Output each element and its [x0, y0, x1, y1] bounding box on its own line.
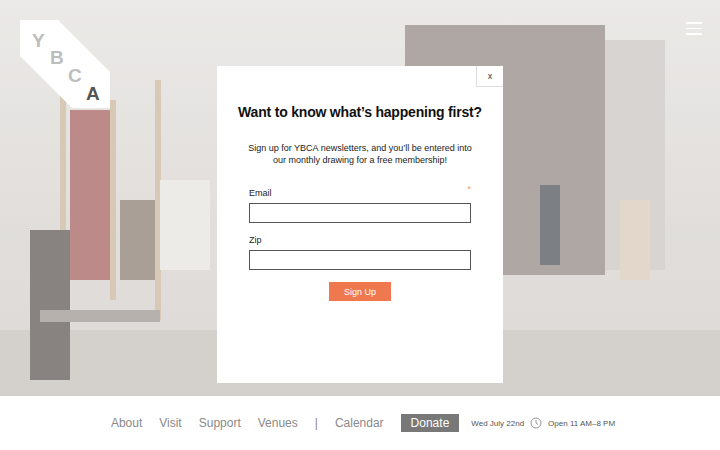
nav-link[interactable]: About [111, 416, 142, 430]
field-label: Email [249, 188, 272, 198]
form-field: Email* [249, 188, 471, 223]
footer-nav: About Visit Support Venues | Calendar Donate We… [0, 396, 720, 450]
text-input[interactable] [249, 250, 471, 270]
clock-icon [530, 417, 542, 429]
nav-link[interactable]: Visit [159, 416, 181, 430]
hero-photo: YBCAxWant to know what’s happening first… [0, 0, 720, 396]
text-input[interactable] [249, 203, 471, 223]
field-label: Zip [249, 235, 262, 245]
date-text: Wed July 22nd [471, 419, 524, 428]
modal-body: Sign up for YBCA newsletters, and you’ll… [243, 142, 477, 166]
nav-link[interactable]: Calendar [335, 416, 384, 430]
nav-link[interactable]: Support [199, 416, 241, 430]
signup-form: Email* Zip Sign Up [249, 188, 471, 301]
nav-separator: | [315, 416, 318, 430]
nav-link[interactable]: Venues [258, 416, 298, 430]
close-button[interactable]: x [476, 66, 503, 87]
donate-button[interactable]: Donate [401, 414, 460, 432]
logo-letter: B [50, 48, 64, 67]
signup-modal: x Want to know what’s happening first? Sig… [217, 66, 503, 383]
hours-text: Open 11 AM–8 PM [548, 419, 615, 428]
logo-letter: A [86, 84, 100, 103]
logo-letter: Y [32, 31, 45, 50]
field-label-row: Email* [249, 188, 471, 198]
field-label-row: Zip [249, 235, 471, 245]
modal-title: Want to know what’s happening first? [229, 104, 491, 120]
hours-info: Wed July 22nd Open 11 AM–8 PM [471, 417, 615, 429]
logo-letter: C [68, 66, 82, 85]
sign-up-button[interactable]: Sign Up [329, 282, 391, 301]
required-mark: * [467, 184, 471, 194]
form-field: Zip [249, 235, 471, 270]
menu-icon[interactable] [686, 22, 702, 35]
ybca-logo[interactable]: YBCA [20, 20, 110, 108]
